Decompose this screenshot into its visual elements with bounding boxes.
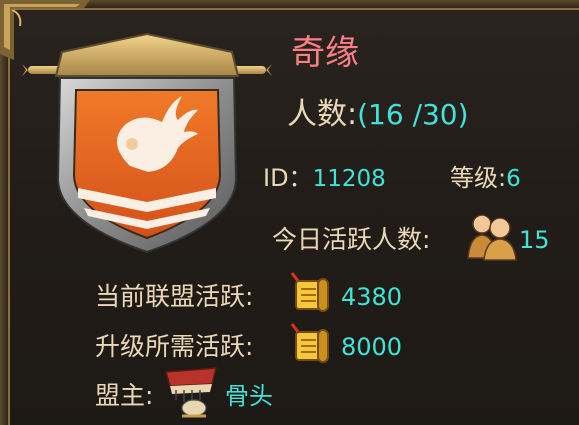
people-icon [467,214,517,261]
current-activity-label: 当前联盟活跃: [95,282,254,311]
guild-name: 奇缘 [291,33,359,73]
leader-label: 盟主: [95,381,154,410]
guild-emblem-icon [22,32,272,254]
guild-level-row: 等级:6 [450,166,521,191]
guild-id-row: ID：11208 [263,166,386,191]
scroll-icon [290,272,329,312]
scroll-icon [290,323,329,363]
leader-name[interactable]: 骨头 [225,384,273,408]
frame-left-border [0,0,10,425]
guild-id-value: 11208 [312,166,386,192]
current-activity-value: 4380 [341,283,403,311]
leader-avatar-icon [165,367,217,418]
guild-id-label: ID： [263,164,313,192]
guild-level-label: 等级: [450,164,507,192]
members-value: (16 /30) [357,98,469,131]
today-active-label: 今日活跃人数: [272,225,431,254]
required-activity-label: 升级所需活跃: [95,332,254,361]
members-label: 人数: [287,97,358,132]
members-row: 人数:(16 /30) [287,100,469,130]
guild-level-value: 6 [506,166,521,192]
guild-info-panel: 奇缘 人数:(16 /30) ID：11208 等级:6 今日活跃人数: 15 … [0,0,579,425]
today-active-value: 15 [519,226,550,254]
required-activity-value: 8000 [341,333,403,361]
